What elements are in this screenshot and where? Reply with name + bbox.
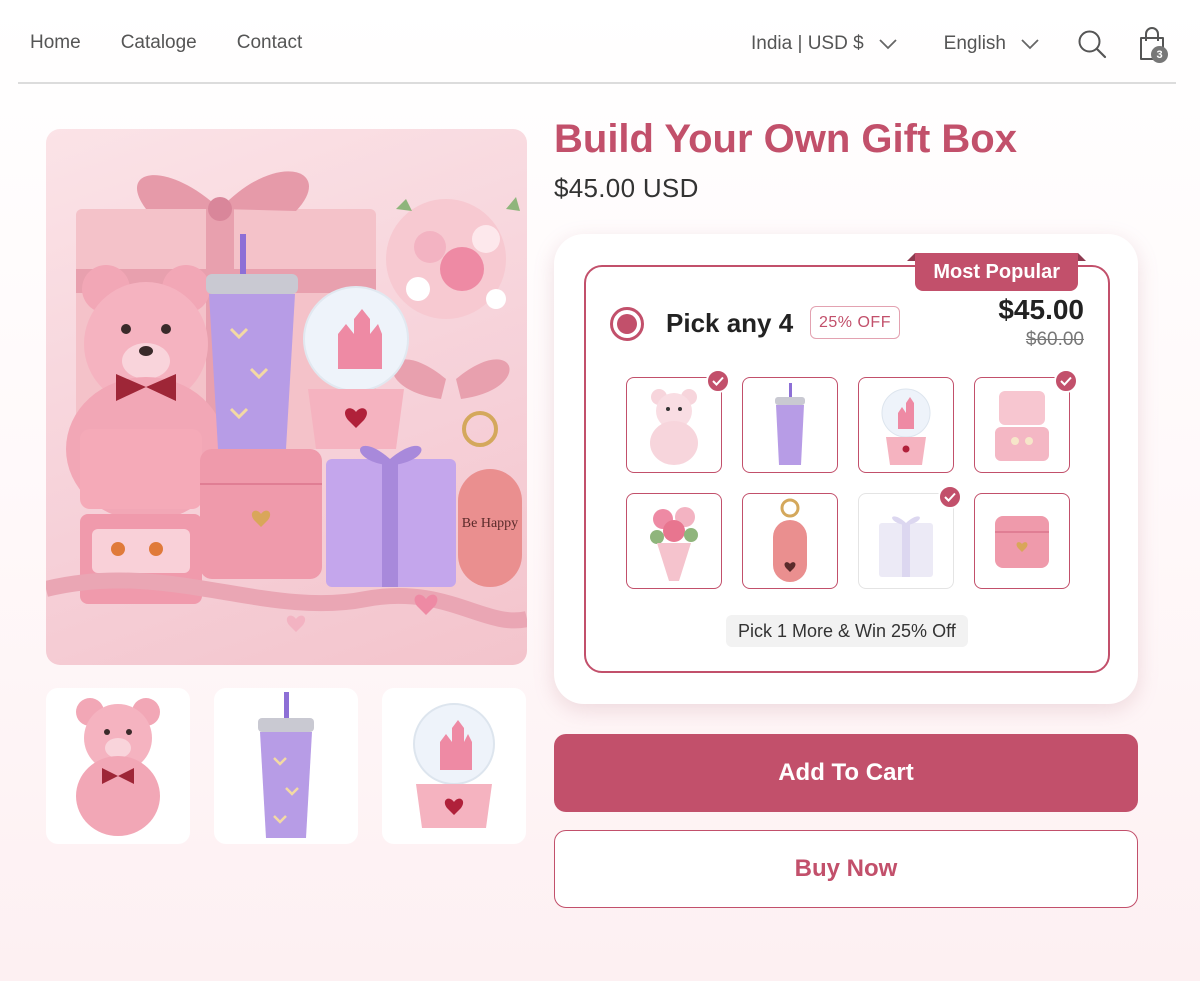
product-main-image: Be Happy xyxy=(46,129,527,665)
bundle-item-wallet[interactable] xyxy=(974,493,1070,589)
bundle-radio[interactable] xyxy=(610,307,644,341)
most-popular-badge: Most Popular xyxy=(907,253,1086,291)
chevron-down-icon xyxy=(879,39,897,50)
region-selector[interactable]: India | USD $ xyxy=(751,33,898,55)
jewelry-box-icon xyxy=(995,391,1049,461)
bundle-item-grid xyxy=(626,369,1078,593)
checkmark-icon xyxy=(706,369,730,393)
wallet-icon xyxy=(995,516,1049,568)
gift-box-icon xyxy=(879,516,933,577)
cart-button[interactable]: 3 xyxy=(1134,25,1170,63)
buy-now-button[interactable]: Buy Now xyxy=(554,830,1138,908)
snow-globe-icon xyxy=(881,388,931,465)
bundle-compare-price: $60.00 xyxy=(1025,329,1084,350)
thumbnail-snow-globe[interactable] xyxy=(382,688,526,844)
header-controls: India | USD $ English 3 xyxy=(751,25,1176,63)
add-to-cart-button[interactable]: Add To Cart xyxy=(554,734,1138,812)
flower-bouquet-icon xyxy=(650,507,698,581)
search-icon xyxy=(1078,30,1107,59)
teddy-bear-icon xyxy=(76,698,160,836)
gift-collection-illustration: Be Happy xyxy=(46,171,527,632)
search-button[interactable] xyxy=(1076,28,1108,60)
checkmark-icon xyxy=(1054,369,1078,393)
bundle-label: Pick any 4 xyxy=(666,308,794,338)
tumbler-icon xyxy=(258,692,314,838)
bundle-item-gift-box[interactable] xyxy=(858,485,962,589)
checkmark-icon xyxy=(938,485,962,509)
nav-contact[interactable]: Contact xyxy=(237,32,302,54)
nav-home[interactable]: Home xyxy=(30,32,81,54)
language-selector[interactable]: English xyxy=(944,33,1040,55)
bundle-item-teddy-bear[interactable] xyxy=(626,369,730,473)
tumbler-icon xyxy=(775,383,805,465)
product-price: $45.00 USD xyxy=(554,173,699,203)
chevron-down-icon xyxy=(1021,39,1039,50)
keychain-text: Be Happy xyxy=(462,516,518,531)
keychain-icon xyxy=(773,498,807,582)
thumbnail-teddy-bear[interactable] xyxy=(46,688,190,844)
region-label: India | USD $ xyxy=(751,33,864,54)
teddy-bear-icon xyxy=(650,389,698,465)
site-header: Home Cataloge Contact India | USD $ Engl… xyxy=(18,0,1176,84)
bundle-hint: Pick 1 More & Win 25% Off xyxy=(726,615,968,647)
discount-badge: 25% OFF xyxy=(810,306,900,339)
product-title: Build Your Own Gift Box xyxy=(554,117,1017,161)
radio-selected-dot xyxy=(617,314,637,334)
nav-catalog[interactable]: Cataloge xyxy=(121,32,197,54)
main-nav: Home Cataloge Contact xyxy=(30,32,302,54)
snow-globe-icon xyxy=(413,703,495,828)
language-label: English xyxy=(943,33,1006,54)
bundle-price: $45.00 xyxy=(998,294,1084,325)
bundle-item-keychain[interactable] xyxy=(742,493,838,589)
cart-count-badge: 3 xyxy=(1151,46,1168,63)
bundle-item-jewelry-box[interactable] xyxy=(974,369,1078,473)
bundle-item-flower-bouquet[interactable] xyxy=(626,493,722,589)
bundle-option[interactable]: Most Popular Pick any 4 25% OFF $45.00 $… xyxy=(584,253,1110,673)
bundle-item-tumbler[interactable] xyxy=(742,377,838,473)
bundle-offer-card: Most Popular Pick any 4 25% OFF $45.00 $… xyxy=(554,234,1138,704)
bundle-item-snow-globe[interactable] xyxy=(858,377,954,473)
thumbnail-tumbler[interactable] xyxy=(214,688,358,844)
